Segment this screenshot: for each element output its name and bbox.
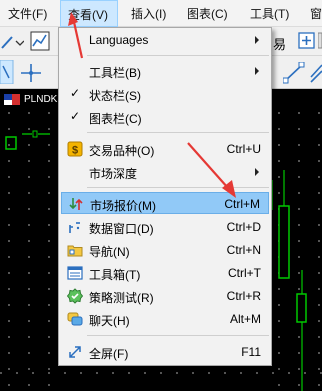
annotation-line-view <box>72 21 84 59</box>
annotation-line-market-watch <box>187 142 229 189</box>
annotation-arrows <box>68 12 236 198</box>
annotation-arrow-view <box>68 12 78 26</box>
